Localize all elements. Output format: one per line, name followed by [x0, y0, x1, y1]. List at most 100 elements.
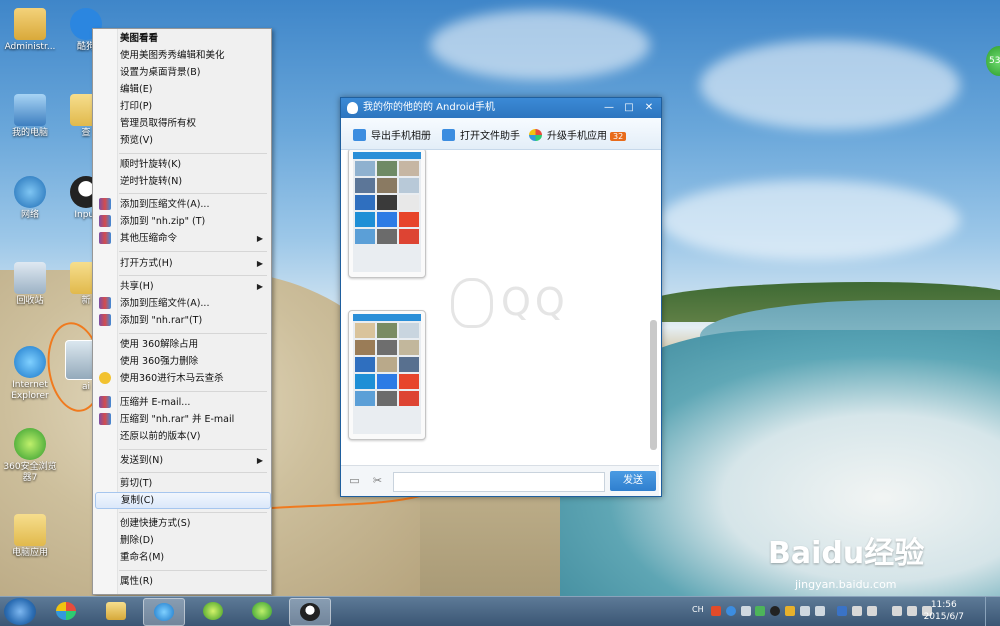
menu-separator: [119, 251, 267, 252]
qq-toolbar: 导出手机相册 打开文件助手 升级手机应用 32: [341, 118, 661, 150]
bluetooth-icon[interactable]: [837, 606, 847, 616]
tray-icon[interactable]: [800, 606, 810, 616]
menu-item-take-ownership[interactable]: 管理员取得所有权: [95, 115, 269, 132]
tray-icon[interactable]: [815, 606, 825, 616]
menu-item-meitu-view[interactable]: 美图看看: [95, 30, 269, 47]
scrollbar[interactable]: [650, 320, 657, 450]
desktop-icon-recycle-bin[interactable]: 回收站: [0, 262, 60, 307]
folder-icon: [106, 602, 126, 620]
menu-item-open-with[interactable]: 打开方式(H) ▶: [95, 255, 269, 272]
screenshot-thumbnail[interactable]: [348, 310, 426, 440]
menu-item-add-nh-zip[interactable]: 添加到 "nh.zip" (T): [95, 213, 269, 230]
menu-separator: [119, 275, 267, 276]
submenu-arrow-icon: ▶: [256, 456, 263, 465]
menu-item-print[interactable]: 打印(P): [95, 98, 269, 115]
menu-item-add-archive-zip[interactable]: 添加到压缩文件(A)...: [95, 196, 269, 213]
help-icon[interactable]: [726, 606, 736, 616]
winrar-icon: [99, 215, 111, 227]
taskbar-app-360-guard[interactable]: [193, 598, 233, 624]
minimize-button[interactable]: —: [601, 100, 617, 116]
file-helper-button[interactable]: 打开文件助手: [442, 127, 520, 142]
taskbar-app-explorer[interactable]: [96, 598, 136, 624]
menu-item-restore-versions[interactable]: 还原以前的版本(V): [95, 428, 269, 445]
menu-item-rename[interactable]: 重命名(M): [95, 549, 269, 566]
upgrade-apps-button[interactable]: 升级手机应用 32: [529, 127, 627, 142]
menu-item-other-compress[interactable]: 其他压缩命令 ▶: [95, 230, 269, 247]
window-titlebar[interactable]: 我的你的他的的 Android手机 — □ ✕: [341, 98, 661, 118]
menu-item-copy[interactable]: 复制(C): [95, 492, 271, 509]
menu-item-meitu-edit[interactable]: 使用美图秀秀编辑和美化: [95, 47, 269, 64]
tray-icon[interactable]: [852, 606, 862, 616]
qq-watermark: QQ: [501, 280, 569, 324]
send-button[interactable]: 发送: [610, 471, 656, 491]
menu-item-add-archive-rar[interactable]: 添加到压缩文件(A)...: [95, 295, 269, 312]
menu-item-properties[interactable]: 属性(R): [95, 573, 269, 590]
taskbar-app-pinwheel[interactable]: [46, 598, 86, 624]
menu-item-cut[interactable]: 剪切(T): [95, 475, 269, 492]
menu-item-preview[interactable]: 预览(V): [95, 132, 269, 149]
desktop-icon-folder-apps[interactable]: 电脑应用: [0, 514, 60, 559]
message-input[interactable]: [393, 472, 605, 492]
menu-item-delete[interactable]: 删除(D): [95, 532, 269, 549]
tray-icon[interactable]: [755, 606, 765, 616]
qq-phone-window: 我的你的他的的 Android手机 — □ ✕ 导出手机相册 打开文件助手 升级…: [340, 97, 662, 497]
app-upgrade-icon: [529, 129, 542, 141]
context-menu: 美图看看 使用美图秀秀编辑和美化 设置为桌面背景(B) 编辑(E) 打印(P) …: [92, 28, 272, 595]
scissors-icon[interactable]: ✂: [371, 475, 384, 487]
desktop-icon-administrator[interactable]: Administr...: [0, 8, 60, 53]
menu-item-compress-email[interactable]: 压缩并 E-mail...: [95, 394, 269, 411]
input-bar: ▭ ✂ 发送: [341, 465, 659, 496]
ie-icon: [14, 346, 46, 378]
qq-tray-icon[interactable]: [770, 606, 780, 616]
volume-icon[interactable]: [907, 606, 917, 616]
clock[interactable]: 11:56 2015/6/7: [924, 599, 964, 623]
language-indicator[interactable]: CH: [692, 605, 704, 614]
menu-item-create-shortcut[interactable]: 创建快捷方式(S): [95, 515, 269, 532]
menu-item-360-force-delete[interactable]: 使用 360强力删除: [95, 353, 269, 370]
winrar-icon: [99, 232, 111, 244]
tray-icon[interactable]: [741, 606, 751, 616]
clock-time: 11:56: [930, 600, 957, 610]
computer-icon: [14, 94, 46, 126]
menu-item-rotate-ccw[interactable]: 逆时针旋转(N): [95, 173, 269, 190]
qq-penguin-icon: [347, 102, 358, 114]
desktop-icon-360-browser[interactable]: 360安全浏览器7: [0, 428, 60, 484]
menu-item-add-nh-rar[interactable]: 添加到 "nh.rar"(T): [95, 312, 269, 329]
menu-item-share[interactable]: 共享(H) ▶: [95, 278, 269, 295]
plus-icon: [203, 602, 223, 620]
tray-icon[interactable]: [867, 606, 877, 616]
tray-icon[interactable]: [785, 606, 795, 616]
screenshot-thumbnail[interactable]: [348, 150, 426, 278]
menu-item-360-unlock[interactable]: 使用 360解除占用: [95, 336, 269, 353]
taskbar-app-360-browser[interactable]: [242, 598, 282, 624]
network-signal-icon[interactable]: [892, 606, 902, 616]
desktop-icon-my-computer[interactable]: 我的电脑: [0, 94, 60, 139]
menu-item-edit[interactable]: 编辑(E): [95, 81, 269, 98]
clock-date: 2015/6/7: [923, 612, 964, 622]
start-button[interactable]: [4, 598, 36, 625]
sogou-ime-icon[interactable]: [711, 606, 721, 616]
export-album-button[interactable]: 导出手机相册: [353, 127, 431, 142]
folder-icon: [14, 514, 46, 546]
baidu-watermark-url: jingyan.baidu.com: [795, 578, 897, 591]
folder-icon[interactable]: ▭: [348, 475, 361, 487]
taskbar: CH 11:56 2015/6/7: [0, 596, 1000, 626]
menu-item-send-to[interactable]: 发送到(N) ▶: [95, 452, 269, 469]
menu-item-rotate-cw[interactable]: 顺时针旋转(K): [95, 156, 269, 173]
taskbar-app-qq[interactable]: [289, 598, 331, 626]
baidu-watermark: Baidu经验: [768, 536, 925, 571]
close-button[interactable]: ✕: [641, 100, 657, 116]
maximize-button[interactable]: □: [621, 100, 637, 116]
desktop-icon-network[interactable]: 网络: [0, 176, 60, 221]
menu-separator: [119, 512, 267, 513]
menu-item-360-trojan-scan[interactable]: 使用360进行木马云查杀: [95, 370, 269, 387]
chat-area: QQ: [341, 150, 659, 465]
ie-icon: [154, 603, 174, 621]
360-shield-icon: [99, 372, 111, 384]
menu-item-compress-nh-email[interactable]: 压缩到 "nh.rar" 并 E-mail: [95, 411, 269, 428]
menu-item-set-wallpaper[interactable]: 设置为桌面背景(B): [95, 64, 269, 81]
taskbar-app-ie[interactable]: [143, 598, 185, 626]
show-desktop-button[interactable]: [985, 597, 1000, 626]
360-browser-icon: [14, 428, 46, 460]
winrar-icon: [99, 396, 111, 408]
